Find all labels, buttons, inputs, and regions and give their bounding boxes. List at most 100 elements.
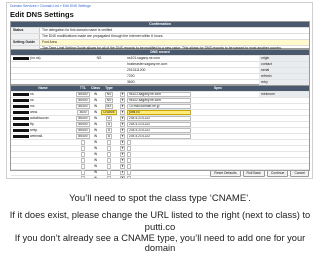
type-cell [100,151,118,157]
redacted-block [13,128,29,132]
spec-input[interactable]: 10 mail.domain.ne.jp [127,103,191,109]
type-select[interactable]: A [105,133,113,139]
spec-input[interactable] [127,145,131,151]
chevron-down-icon[interactable]: ▾ [119,151,126,157]
type-cell: MX [100,103,118,109]
ttl-input[interactable]: 86400 [76,121,90,127]
ttl-input[interactable] [81,151,85,157]
ttl-input[interactable]: 86400 [76,103,90,109]
chevron-down-icon[interactable]: ▾ [119,103,126,109]
ttl-input[interactable] [81,175,85,178]
roll-back-button[interactable]: Roll Back [242,170,265,177]
spec-input[interactable]: 204.4.214.222 [127,115,191,121]
breadcrumb[interactable]: Domain Services » Domain List » Edit DNS… [10,4,91,8]
ttl-input[interactable] [81,145,85,151]
type-select[interactable]: CNAME [101,109,117,115]
spec-input[interactable]: 204.4.214.222 [127,127,191,133]
chevron-down-icon[interactable]: ▾ [119,175,126,178]
dns-record-panel: DNS record (no.ns) NS ns101.sagany.ne.com o… [10,49,310,97]
dns-record-name [11,62,89,67]
ttl-cell [75,175,91,178]
type-select[interactable]: A [105,127,113,133]
spec-input[interactable] [127,169,131,175]
dns-record-field: contact [259,62,309,67]
chevron-down-icon[interactable]: ▾ [119,109,126,115]
dns-record-field: serial [259,68,309,73]
spec-input[interactable] [127,139,131,145]
chevron-down-icon[interactable]: ▾ [119,163,126,169]
ttl-input[interactable]: 86400 [76,115,90,121]
ttl-input[interactable]: 86400 [76,133,90,139]
spec-input[interactable]: ns101.sagany.ne.com [127,91,191,97]
type-select[interactable] [107,139,111,145]
type-dropdown-cell: ▾ [118,157,127,163]
spec-input[interactable]: putti.co [127,109,191,115]
type-select[interactable]: MX [104,103,114,109]
type-select[interactable] [107,151,111,157]
redacted-block [13,110,29,114]
chevron-down-icon[interactable]: ▾ [119,115,126,121]
type-dropdown-cell: ▾ [118,133,127,139]
ttl-input[interactable] [81,139,85,145]
ttl-input[interactable] [81,157,85,163]
dns-record-value: ns101.sagany.ne.com [127,56,160,60]
record-name: autodiscover. [30,116,50,120]
chevron-down-icon[interactable]: ▾ [119,133,126,139]
spec-input[interactable] [127,163,131,169]
record-name-cell: autodiscover. [11,116,75,121]
chevron-down-icon[interactable]: ▾ [119,97,126,103]
continue-button[interactable]: Continue [266,170,289,177]
spec-cell [127,151,309,157]
ttl-cell: 86400 [75,97,91,103]
chevron-down-icon[interactable]: ▾ [119,169,126,175]
spec-input[interactable] [127,151,131,157]
chevron-down-icon[interactable]: ▾ [119,157,126,163]
type-dropdown-cell: ▾ [118,91,127,97]
redacted-block [13,134,29,138]
type-cell [100,169,118,175]
ttl-cell [75,139,91,145]
type-select[interactable]: A [105,121,113,127]
spec-cell: 204.4.214.222 [127,115,309,121]
chevron-down-icon[interactable]: ▾ [119,91,126,97]
record-row: webmail. 86400 IN A ▾ 204.4.214.222 [11,133,309,139]
ttl-input[interactable]: 86400 [76,97,90,103]
dns-record-field: refresh [259,74,309,79]
chevron-down-icon[interactable]: ▾ [119,145,126,151]
type-dropdown-cell: ▾ [118,145,127,151]
spec-input[interactable] [127,175,131,178]
chevron-down-icon[interactable]: ▾ [119,127,126,133]
type-select[interactable]: NS [104,91,114,97]
spec-input[interactable] [127,157,131,163]
spec-input[interactable]: ns102.sagany.ne.com [127,97,191,103]
type-select[interactable]: A [105,115,113,121]
chevron-down-icon[interactable]: ▾ [119,139,126,145]
ttl-input[interactable] [81,163,85,169]
ttl-cell [75,145,91,151]
type-select[interactable] [107,169,111,175]
class-cell: IN [93,110,98,114]
ttl-input[interactable]: 86400 [76,127,90,133]
class-cell: IN [93,164,98,168]
type-select[interactable] [107,175,111,178]
type-select[interactable] [107,157,111,163]
chevron-down-icon[interactable]: ▾ [119,121,126,127]
record-row: mx. 86400 IN MX ▾ 10 mail.domain.ne.jp [11,103,309,109]
reset-defaults-button[interactable]: Reset Defaults [210,170,241,177]
redacted-block [13,116,29,120]
ttl-cell [75,163,91,169]
cancel-button[interactable]: Cancel [290,170,309,177]
spec-input[interactable]: 204.4.214.222 [127,133,191,139]
type-select[interactable]: NS [104,97,114,103]
type-dropdown-cell: ▾ [118,115,127,121]
spec-input[interactable]: 204.4.214.222 [127,121,191,127]
type-select[interactable] [107,145,111,151]
type-select[interactable] [107,163,111,169]
spec-cell [127,145,309,151]
spec-cell [127,157,309,163]
ttl-input[interactable] [81,169,85,175]
dns-record-a [109,74,125,79]
record-name: ns. [30,92,35,96]
ttl-input[interactable]: 3600 [77,109,89,115]
ttl-input[interactable]: 86400 [76,91,90,97]
